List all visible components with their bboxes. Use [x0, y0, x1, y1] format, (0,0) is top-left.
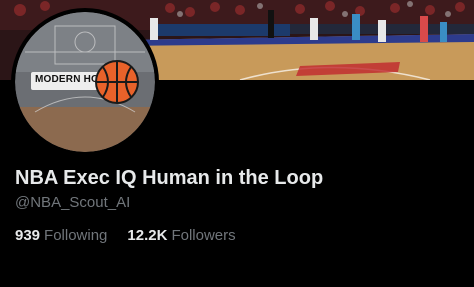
basketball-icon [95, 60, 139, 104]
following-link[interactable]: 939 Following [15, 227, 107, 244]
following-count: 939 [15, 227, 41, 244]
following-label: Following [44, 227, 108, 244]
profile-display-name: NBA Exec IQ Human in the Loop [15, 167, 324, 189]
profile-stats: 939 Following 12.2K Followers [15, 227, 236, 244]
followers-link[interactable]: 12.2K Followers [127, 227, 235, 244]
profile-avatar[interactable]: MODERN HOOPS [11, 8, 159, 156]
profile-handle: @NBA_Scout_AI [15, 194, 131, 211]
avatar-logo: MODERN HOOPS [31, 54, 139, 110]
followers-label: Followers [171, 227, 236, 244]
followers-count: 12.2K [127, 227, 168, 244]
